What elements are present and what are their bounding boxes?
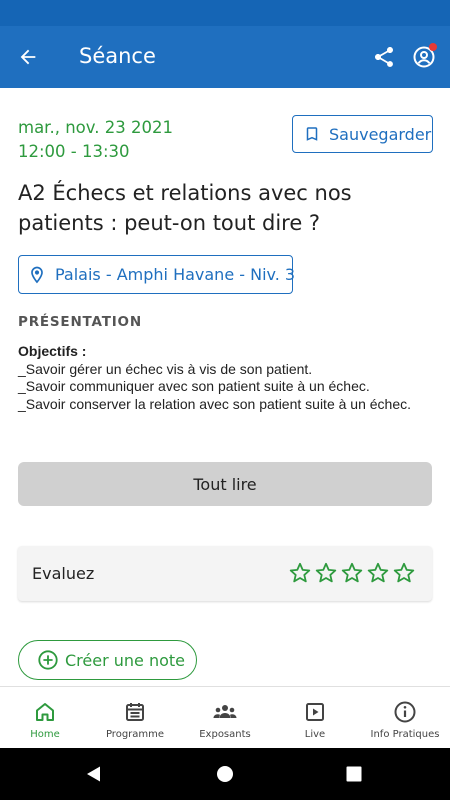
people-icon: [213, 705, 237, 718]
nav-label: Info Pratiques: [370, 729, 440, 740]
save-button[interactable]: Sauvegarder: [292, 115, 433, 153]
bookmark-icon: [306, 127, 318, 141]
nav-label: Home: [30, 729, 60, 740]
share-icon: [375, 47, 393, 67]
objectives-heading: Objectifs :: [18, 343, 87, 359]
triangle-back-icon: [87, 766, 100, 782]
star-icon[interactable]: [340, 561, 364, 585]
circle-home-icon: [217, 766, 233, 782]
status-bar: [0, 0, 450, 26]
account-button[interactable]: [406, 39, 442, 75]
session-time: 12:00 - 13:30: [18, 142, 130, 161]
share-button[interactable]: [366, 39, 402, 75]
system-back-button[interactable]: [82, 762, 106, 786]
star-icon[interactable]: [314, 561, 338, 585]
add-circle-icon: [38, 650, 58, 670]
app-bar: Séance: [0, 26, 450, 88]
nav-label: Live: [304, 729, 326, 740]
system-home-button[interactable]: [213, 762, 237, 786]
nav-item-info[interactable]: Info Pratiques: [360, 687, 450, 748]
location-pin-icon: [31, 266, 43, 283]
system-recents-button[interactable]: [342, 762, 366, 786]
info-icon: [394, 701, 416, 723]
nav-item-programme[interactable]: Programme: [90, 687, 180, 748]
create-note-button[interactable]: Créer une note: [18, 640, 197, 680]
back-button[interactable]: [10, 39, 46, 75]
location-label: Palais - Amphi Havane - Niv. 3: [55, 265, 296, 284]
objective-line: _Savoir gérer un échec vis à vis de son …: [18, 360, 313, 377]
square-recents-icon: [346, 766, 362, 782]
star-icon[interactable]: [392, 561, 416, 585]
play-icon: [306, 703, 324, 721]
rating-card: Evaluez: [18, 546, 432, 601]
presentation-text: Objectifs : _Savoir gérer un échec vis à…: [18, 343, 432, 413]
nav-item-exposants[interactable]: Exposants: [180, 687, 270, 748]
star-icon[interactable]: [366, 561, 390, 585]
calendar-icon: [126, 703, 144, 721]
session-title: A2 Échecs et relations avec nos patients…: [18, 181, 352, 235]
page-title: Séance: [79, 44, 156, 68]
session-date: mar., nov. 23 2021: [18, 118, 173, 137]
arrow-back-icon: [20, 49, 36, 65]
objective-line: _Savoir communiquer avec son patient sui…: [18, 378, 370, 394]
home-icon: [36, 703, 54, 721]
nav-item-home[interactable]: Home: [0, 687, 90, 748]
system-navigation-bar: [0, 748, 450, 800]
objective-line: _Savoir conserver la relation avec son p…: [18, 395, 412, 412]
session-datetime: mar., nov. 23 2021 12:00 - 13:30: [18, 116, 173, 164]
nav-item-live[interactable]: Live: [270, 687, 360, 748]
rating-label: Evaluez: [32, 564, 95, 583]
save-button-label: Sauvegarder: [329, 124, 432, 144]
location-button[interactable]: Palais - Amphi Havane - Niv. 3: [18, 255, 296, 294]
presentation-heading: PRÉSENTATION: [18, 314, 142, 330]
star-rating: [288, 561, 416, 585]
bottom-navigation: Home Programme Exposants Live Info Prati…: [0, 686, 450, 748]
star-icon[interactable]: [288, 561, 312, 585]
read-all-button[interactable]: Tout lire: [18, 462, 432, 506]
notification-dot: [429, 43, 437, 51]
nav-label: Programme: [105, 729, 165, 740]
nav-label: Exposants: [199, 729, 251, 740]
create-note-label: Créer une note: [65, 650, 186, 670]
